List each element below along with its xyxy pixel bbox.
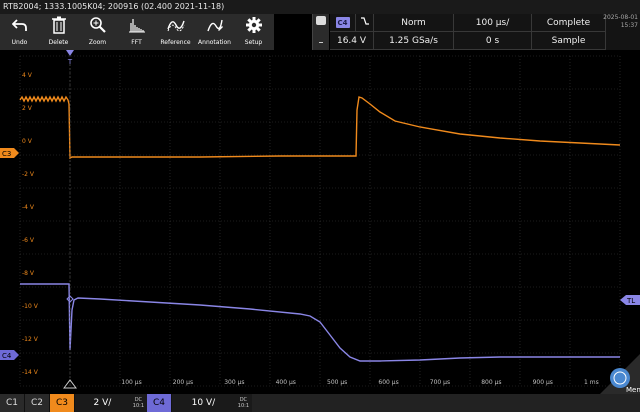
falling-edge-icon <box>360 16 370 29</box>
svg-text:TL: TL <box>626 297 635 305</box>
channel-c3-button[interactable]: C3 <box>50 394 75 412</box>
time-tick-label: 300 µs <box>224 379 244 386</box>
fft-button[interactable]: FFT <box>117 14 156 50</box>
acq-mode[interactable]: Sample <box>532 32 606 50</box>
annotation-button[interactable]: Annotation <box>195 14 234 50</box>
voltage-tick-label: -10 V <box>22 303 39 310</box>
time-tick-label: 600 µs <box>378 379 398 386</box>
c4-offset-marker[interactable]: C4 <box>0 350 19 360</box>
waveform-display[interactable]: 4 V 2 V 0 V -2 V -4 V -6 V -8 V -10 V -12 V -14 V… <box>0 50 640 394</box>
c3-scale-display[interactable]: 2 V/ DC 10:1 <box>75 394 147 412</box>
side-menu-toggle[interactable] <box>312 14 329 50</box>
time-tick-label: 800 µs <box>481 379 501 386</box>
channel-c1-button[interactable]: C1 <box>0 394 25 412</box>
toolbar: Undo Delete Zoom FFT Reference Annotatio… <box>0 14 274 50</box>
sample-rate: 1.25 GSa/s <box>374 32 454 50</box>
c4-scale-display[interactable]: 10 V/ DC 10:1 <box>172 394 252 412</box>
svg-text:Menu: Menu <box>626 386 640 394</box>
c3-waveform <box>19 95 621 160</box>
reference-icon <box>166 14 185 36</box>
undo-icon <box>11 14 28 36</box>
voltage-tick-label: 0 V <box>22 138 33 145</box>
voltage-tick-label: 2 V <box>22 105 33 112</box>
waveform-svg: 4 V 2 V 0 V -2 V -4 V -6 V -8 V -10 V -12 V -14 V… <box>0 50 640 394</box>
time-axis-labels: 100 µs 200 µs 300 µs 400 µs 500 µs 600 µs 700 … <box>121 379 598 386</box>
channel-c4-button[interactable]: C4 <box>147 394 172 412</box>
voltage-tick-label: -2 V <box>22 171 35 178</box>
undo-button[interactable]: Undo <box>0 14 39 50</box>
horizontal-position[interactable]: 0 s <box>454 32 532 50</box>
channel-bar: C1 C2 C3 2 V/ DC 10:1 C4 10 V/ DC 10:1 <box>0 394 640 412</box>
zoom-icon <box>89 14 107 36</box>
trigger-level[interactable]: 16.4 V <box>330 32 374 50</box>
trigger-source[interactable]: C4 <box>330 14 356 32</box>
voltage-tick-label: -14 V <box>22 369 39 376</box>
time-tick-label: 700 µs <box>430 379 450 386</box>
time-tick-label: 200 µs <box>173 379 193 386</box>
svg-text:C3: C3 <box>2 150 11 158</box>
acquisition-panel: C4 Norm 100 µs/ Complete 16.4 V 1.25 GSa… <box>330 14 640 50</box>
annotation-icon <box>206 14 224 36</box>
voltage-tick-label: -4 V <box>22 204 35 211</box>
voltage-tick-label: -12 V <box>22 336 39 343</box>
time-tick-label: 500 µs <box>327 379 347 386</box>
voltage-tick-label: -6 V <box>22 237 35 244</box>
svg-text:C4: C4 <box>2 352 12 360</box>
voltage-tick-label: 4 V <box>22 72 33 79</box>
c3-offset-marker[interactable]: C3 <box>0 148 19 158</box>
date-time: 2025-08-01 15:37 <box>603 14 638 29</box>
menu-button[interactable]: Menu <box>600 354 640 394</box>
c4-coupling: DC 10:1 <box>237 397 249 409</box>
setup-button[interactable]: Setup <box>234 14 273 50</box>
c4-waveform <box>20 283 620 362</box>
timebase[interactable]: 100 µs/ <box>454 14 532 32</box>
time-tick-label: 100 µs <box>121 379 141 386</box>
c3-coupling: DC 10:1 <box>132 397 144 409</box>
trigger-level-marker[interactable]: TL <box>620 295 640 305</box>
window-title: RTB2004; 1333.1005K04; 200916 (02.400 20… <box>0 0 640 14</box>
zoom-button[interactable]: Zoom <box>78 14 117 50</box>
voltage-tick-label: -8 V <box>22 270 35 277</box>
trigger-mode[interactable]: Norm <box>374 14 454 32</box>
voltage-axis-labels: 4 V 2 V 0 V -2 V -4 V -6 V -8 V -10 V -12 V -14 V <box>22 72 39 376</box>
time-tick-label: 900 µs <box>533 379 553 386</box>
rs-logo-icon <box>316 16 326 25</box>
graticule <box>19 55 621 387</box>
time-tick-label: 400 µs <box>276 379 296 386</box>
acq-status: Complete <box>532 14 606 32</box>
delete-button[interactable]: Delete <box>39 14 78 50</box>
reference-button[interactable]: Reference <box>156 14 195 50</box>
collapse-icon <box>319 42 323 43</box>
trigger-slope[interactable] <box>356 14 374 32</box>
fft-icon <box>128 14 146 36</box>
trash-icon <box>51 14 67 36</box>
channel-c2-button[interactable]: C2 <box>25 394 50 412</box>
time-tick-label: 1 ms <box>584 379 599 386</box>
gear-icon <box>245 14 263 36</box>
